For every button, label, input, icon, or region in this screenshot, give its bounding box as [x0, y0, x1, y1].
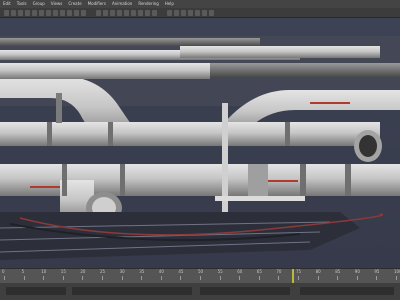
- scale-icon[interactable]: [81, 10, 86, 16]
- ruler-label: 20: [80, 269, 86, 274]
- ruler-tick: [62, 276, 64, 280]
- ruler-label: 0: [2, 269, 5, 274]
- menu-item[interactable]: Group: [33, 0, 45, 8]
- timeline[interactable]: 0 5 10 15 20 25 30 35 40 45 50 55 60 65 70 75 80 85 90 95 10…: [0, 268, 400, 300]
- snap-icon[interactable]: [110, 10, 115, 16]
- ruler-label: 80: [315, 269, 321, 274]
- rect-select-icon[interactable]: [53, 10, 58, 16]
- ruler-tick: [23, 276, 25, 280]
- scene-render: [0, 18, 400, 268]
- ruler-label: 5: [21, 269, 25, 274]
- pivot-icon[interactable]: [103, 10, 108, 16]
- angle-snap-icon[interactable]: [117, 10, 122, 16]
- spinner-snap-icon[interactable]: [131, 10, 136, 16]
- ruler-label: 90: [354, 269, 360, 274]
- render-setup-icon[interactable]: [195, 10, 200, 16]
- move-icon[interactable]: [67, 10, 72, 16]
- ruler-label: 45: [178, 269, 184, 274]
- render-icon[interactable]: [209, 10, 214, 16]
- ruler-tick: [121, 276, 123, 280]
- curve-editor-icon[interactable]: [174, 10, 179, 16]
- material-editor-icon[interactable]: [188, 10, 193, 16]
- ruler-label: 40: [158, 269, 164, 274]
- ruler-tick: [4, 276, 5, 280]
- select-icon[interactable]: [39, 10, 44, 16]
- named-sets-icon[interactable]: [138, 10, 143, 16]
- playback-controls[interactable]: [300, 287, 394, 295]
- ruler-tick: [317, 276, 319, 280]
- ruler-label: 30: [119, 269, 125, 274]
- select-name-icon[interactable]: [46, 10, 51, 16]
- ruler-label: 95: [374, 269, 380, 274]
- rotate-icon[interactable]: [74, 10, 79, 16]
- coordinate-field[interactable]: [200, 287, 290, 295]
- menu-item[interactable]: Views: [51, 0, 63, 8]
- ruler-tick: [160, 276, 162, 280]
- menu-item[interactable]: Create: [68, 0, 81, 8]
- ruler-tick: [43, 276, 45, 280]
- link-icon[interactable]: [18, 10, 23, 16]
- ruler-label: 85: [335, 269, 341, 274]
- ruler-label: 75: [296, 269, 302, 274]
- status-field[interactable]: [6, 287, 66, 295]
- ruler-tick: [200, 276, 201, 280]
- undo-icon[interactable]: [4, 10, 9, 16]
- viewport[interactable]: [0, 18, 400, 268]
- ruler-tick: [239, 276, 241, 280]
- menu-item[interactable]: Modifiers: [88, 0, 106, 8]
- align-icon[interactable]: [152, 10, 157, 16]
- ruler-label: 35: [139, 269, 145, 274]
- status-field: [72, 287, 192, 295]
- schematic-icon[interactable]: [181, 10, 186, 16]
- ruler-tick: [278, 276, 280, 280]
- percent-snap-icon[interactable]: [124, 10, 129, 16]
- window-crossing-icon[interactable]: [60, 10, 65, 16]
- ruler-label: 55: [217, 269, 223, 274]
- ruler-tick: [141, 276, 143, 280]
- menu-item[interactable]: Animation: [112, 0, 132, 8]
- ruler-tick: [219, 276, 221, 280]
- menu-item[interactable]: Tools: [17, 0, 27, 8]
- ruler-label: 100: [394, 269, 400, 274]
- ruler-label: 60: [237, 269, 243, 274]
- ruler-tick: [82, 276, 84, 280]
- menu-item[interactable]: Help: [165, 0, 174, 8]
- ref-coord-icon[interactable]: [96, 10, 101, 16]
- ruler-label: 25: [100, 269, 106, 274]
- menu-bar: Edit Tools Group Views Create Modifiers Animat…: [0, 0, 400, 8]
- ruler-tick: [337, 276, 339, 280]
- unlink-icon[interactable]: [25, 10, 30, 16]
- menu-item[interactable]: Rendering: [138, 0, 158, 8]
- ruler-label: 15: [60, 269, 66, 274]
- app-window: Edit Tools Group Views Create Modifiers Animat…: [0, 0, 400, 300]
- ruler-tick: [298, 276, 299, 280]
- time-ruler[interactable]: 0 5 10 15 20 25 30 35 40 45 50 55 60 65 70 75 80 85 90 95 10…: [0, 269, 400, 283]
- ruler-tick: [102, 276, 103, 280]
- bind-icon[interactable]: [32, 10, 37, 16]
- layers-icon[interactable]: [167, 10, 172, 16]
- menu-item[interactable]: Edit: [3, 0, 11, 8]
- ruler-tick: [356, 276, 358, 280]
- mirror-icon[interactable]: [145, 10, 150, 16]
- ruler-tick: [396, 276, 397, 280]
- ruler-tick: [376, 276, 378, 280]
- ruler-label: 70: [276, 269, 282, 274]
- ruler-tick: [258, 276, 260, 280]
- ruler-tick: [180, 276, 182, 280]
- render-frame-icon[interactable]: [202, 10, 207, 16]
- redo-icon[interactable]: [11, 10, 16, 16]
- ruler-label: 50: [198, 269, 204, 274]
- ruler-label: 65: [256, 269, 262, 274]
- status-bar: [0, 283, 400, 300]
- time-slider-playhead[interactable]: [292, 269, 294, 283]
- ruler-label: 10: [41, 269, 47, 274]
- main-toolbar: [0, 8, 400, 18]
